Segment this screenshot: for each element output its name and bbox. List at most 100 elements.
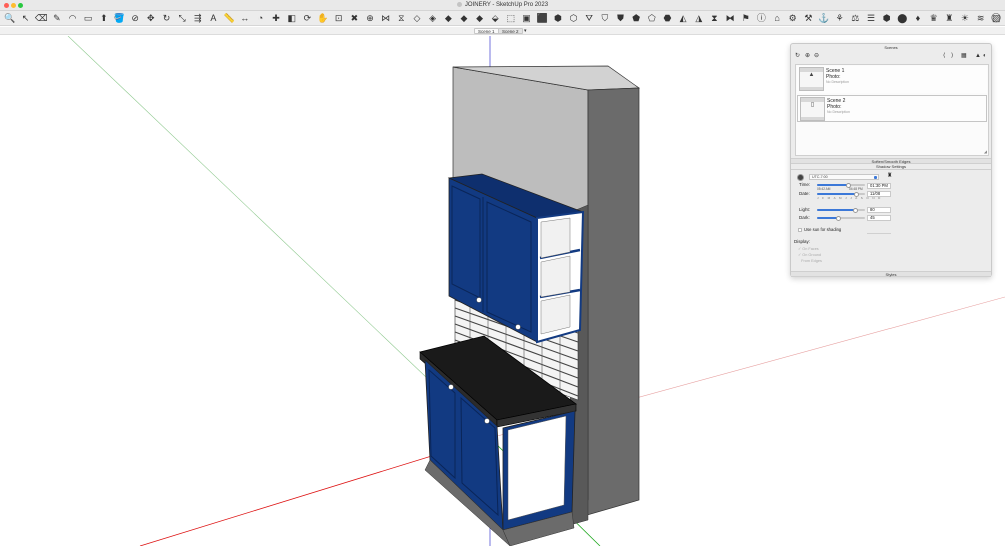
text-icon[interactable]: A [207, 12, 221, 24]
back-view-icon[interactable]: ⬢ [551, 12, 565, 24]
zoom-window-icon[interactable]: ⊡ [332, 12, 346, 24]
add-scene-icon[interactable]: ⊕ [805, 53, 810, 60]
profile-builder-icon[interactable]: ♜ [942, 12, 956, 24]
layers-icon[interactable]: ⚖ [848, 12, 862, 24]
drape-icon[interactable]: ⛊ [614, 12, 628, 24]
dynamic-comp-icon[interactable]: ⚒ [801, 12, 815, 24]
date-input[interactable]: 11/08 [867, 191, 891, 197]
scene-2-thumbnail: ▯ [800, 97, 825, 121]
remove-scene-icon[interactable]: ⊖ [814, 53, 819, 60]
styles-icon[interactable]: ⚘ [833, 12, 847, 24]
front-view-icon[interactable]: ▣ [520, 12, 534, 24]
outliner-icon[interactable]: ☰ [864, 12, 878, 24]
rectangle-icon[interactable]: ▭ [81, 12, 95, 24]
solid-union-icon[interactable]: ◭ [676, 12, 690, 24]
dark-slider-knob[interactable] [836, 215, 842, 221]
time-max-label: 04:48 PM [849, 187, 863, 191]
components-icon[interactable]: ⬢ [880, 12, 894, 24]
scene-list-item-1[interactable]: ▲ Scene 1 Photo: No Description [797, 66, 987, 93]
left-view-icon[interactable]: ⬡ [567, 12, 581, 24]
shaded-icon[interactable]: ◆ [441, 12, 455, 24]
tape-measure-icon[interactable]: 📏 [222, 12, 236, 24]
timezone-select[interactable]: UTC-7:00 [809, 174, 879, 180]
eraser-icon[interactable]: ⌫ [34, 12, 48, 24]
resize-grip-icon[interactable]: ◢ [984, 149, 987, 154]
offset-icon[interactable]: ⊘ [128, 12, 142, 24]
sun-icon[interactable]: ☀ [958, 12, 972, 24]
smoove-icon[interactable]: ⬟ [629, 12, 643, 24]
solid-subtract-icon[interactable]: ◮ [692, 12, 706, 24]
shaded-texture-icon[interactable]: ◆ [457, 12, 471, 24]
show-details-icon[interactable]: ◐ [983, 53, 987, 60]
materials-icon[interactable]: ⬤ [895, 12, 909, 24]
stamp-icon[interactable]: ⛉ [598, 12, 612, 24]
scene-tabs-dropdown-icon[interactable]: ▾ [524, 27, 527, 35]
fog-icon[interactable]: ≋ [974, 12, 988, 24]
view-options-icon[interactable]: ▦ [961, 53, 967, 60]
paint-bucket-icon[interactable]: 🪣 [113, 12, 127, 24]
monochrome-icon[interactable]: ◆ [473, 12, 487, 24]
zoom-icon[interactable]: 🔍 [3, 12, 17, 24]
flip-edge-icon[interactable]: ⬣ [661, 12, 675, 24]
top-view-icon[interactable]: ⬚ [504, 12, 518, 24]
dimension-icon[interactable]: ↔ [238, 12, 252, 24]
ruby-console-icon[interactable]: ♛ [927, 12, 941, 24]
section-plane-icon[interactable]: ◧ [285, 12, 299, 24]
use-sun-checkbox[interactable] [798, 227, 802, 232]
walk-icon[interactable]: ⊕ [363, 12, 377, 24]
user-icon[interactable]: ◯ [990, 12, 1002, 24]
iso-view-icon[interactable]: ⬙ [488, 12, 502, 24]
display-on-faces-option[interactable]: ✓ On Faces [798, 247, 819, 252]
tab-scene-2[interactable]: Scene 2 [498, 28, 523, 34]
arc-icon[interactable]: ◠ [66, 12, 80, 24]
scale-icon[interactable]: ⤡ [175, 12, 189, 24]
scenes-panel-title[interactable]: Scenes [791, 45, 991, 51]
sandbox-icon[interactable]: ⛛ [582, 12, 596, 24]
pan-icon[interactable]: ✋ [316, 12, 330, 24]
move-scene-up-icon[interactable]: ⟨ [943, 53, 945, 60]
line-pencil-icon[interactable]: ✎ [50, 12, 64, 24]
entity-info-icon[interactable]: ♦ [911, 12, 925, 24]
toggle-shadows-icon[interactable]: ♜ [887, 173, 892, 180]
time-input[interactable]: 01:30 PM [867, 183, 891, 189]
hidden-line-icon[interactable]: ◈ [426, 12, 440, 24]
display-from-edges-option[interactable]: From Edges [798, 259, 822, 264]
time-slider[interactable] [817, 182, 865, 188]
use-sun-checkbox-row[interactable]: Use sun for shading [798, 227, 841, 233]
tab-scene-1[interactable]: Scene 1 [474, 28, 499, 34]
ext-manager-icon[interactable]: ⚙ [786, 12, 800, 24]
solid-split-icon[interactable]: ⧓ [723, 12, 737, 24]
axes-icon[interactable]: ✚ [269, 12, 283, 24]
light-slider-knob[interactable] [852, 207, 858, 213]
lock-scene-icon[interactable]: ▲ [975, 53, 981, 60]
move-icon[interactable]: ✥ [144, 12, 158, 24]
warehouse-icon[interactable]: ⌂ [770, 12, 784, 24]
orbit-icon[interactable]: ⟳ [300, 12, 314, 24]
zoom-extents-icon[interactable]: ✖ [347, 12, 361, 24]
rotate-icon[interactable]: ↻ [160, 12, 174, 24]
dark-input[interactable]: 45 [867, 215, 891, 221]
solid-trim-icon[interactable]: ⧗ [708, 12, 722, 24]
location-icon[interactable]: ⚑ [739, 12, 753, 24]
add-detail-icon[interactable]: ⬠ [645, 12, 659, 24]
date-slider[interactable] [817, 191, 865, 197]
shadow-settings-header[interactable]: Shadow Settings [791, 164, 991, 170]
display-on-ground-option[interactable]: ✓ On Ground [798, 253, 821, 258]
push-pull-icon[interactable]: ⬆ [97, 12, 111, 24]
refresh-scene-icon[interactable]: ↻ [795, 53, 800, 60]
scene-list-item-2[interactable]: ▯ Scene 2 Photo: No Description [797, 95, 987, 122]
follow-me-icon[interactable]: ⇶ [191, 12, 205, 24]
move-scene-down-icon[interactable]: ⟩ [951, 53, 953, 60]
light-slider[interactable] [817, 207, 865, 213]
back-edges-icon[interactable]: ⧖ [394, 12, 408, 24]
light-input[interactable]: 80 [867, 207, 891, 213]
x-ray-icon[interactable]: ⋈ [379, 12, 393, 24]
photo-match-icon[interactable]: ⚓ [817, 12, 831, 24]
protractor-icon[interactable]: ◔ [254, 12, 268, 24]
right-view-icon[interactable]: ⬛ [535, 12, 549, 24]
dark-slider[interactable] [817, 215, 865, 221]
select-arrow-icon[interactable]: ↖ [19, 12, 33, 24]
styles-header[interactable]: Styles [791, 271, 991, 277]
wireframe-icon[interactable]: ◇ [410, 12, 424, 24]
model-info-icon[interactable]: ⓘ [755, 12, 769, 24]
